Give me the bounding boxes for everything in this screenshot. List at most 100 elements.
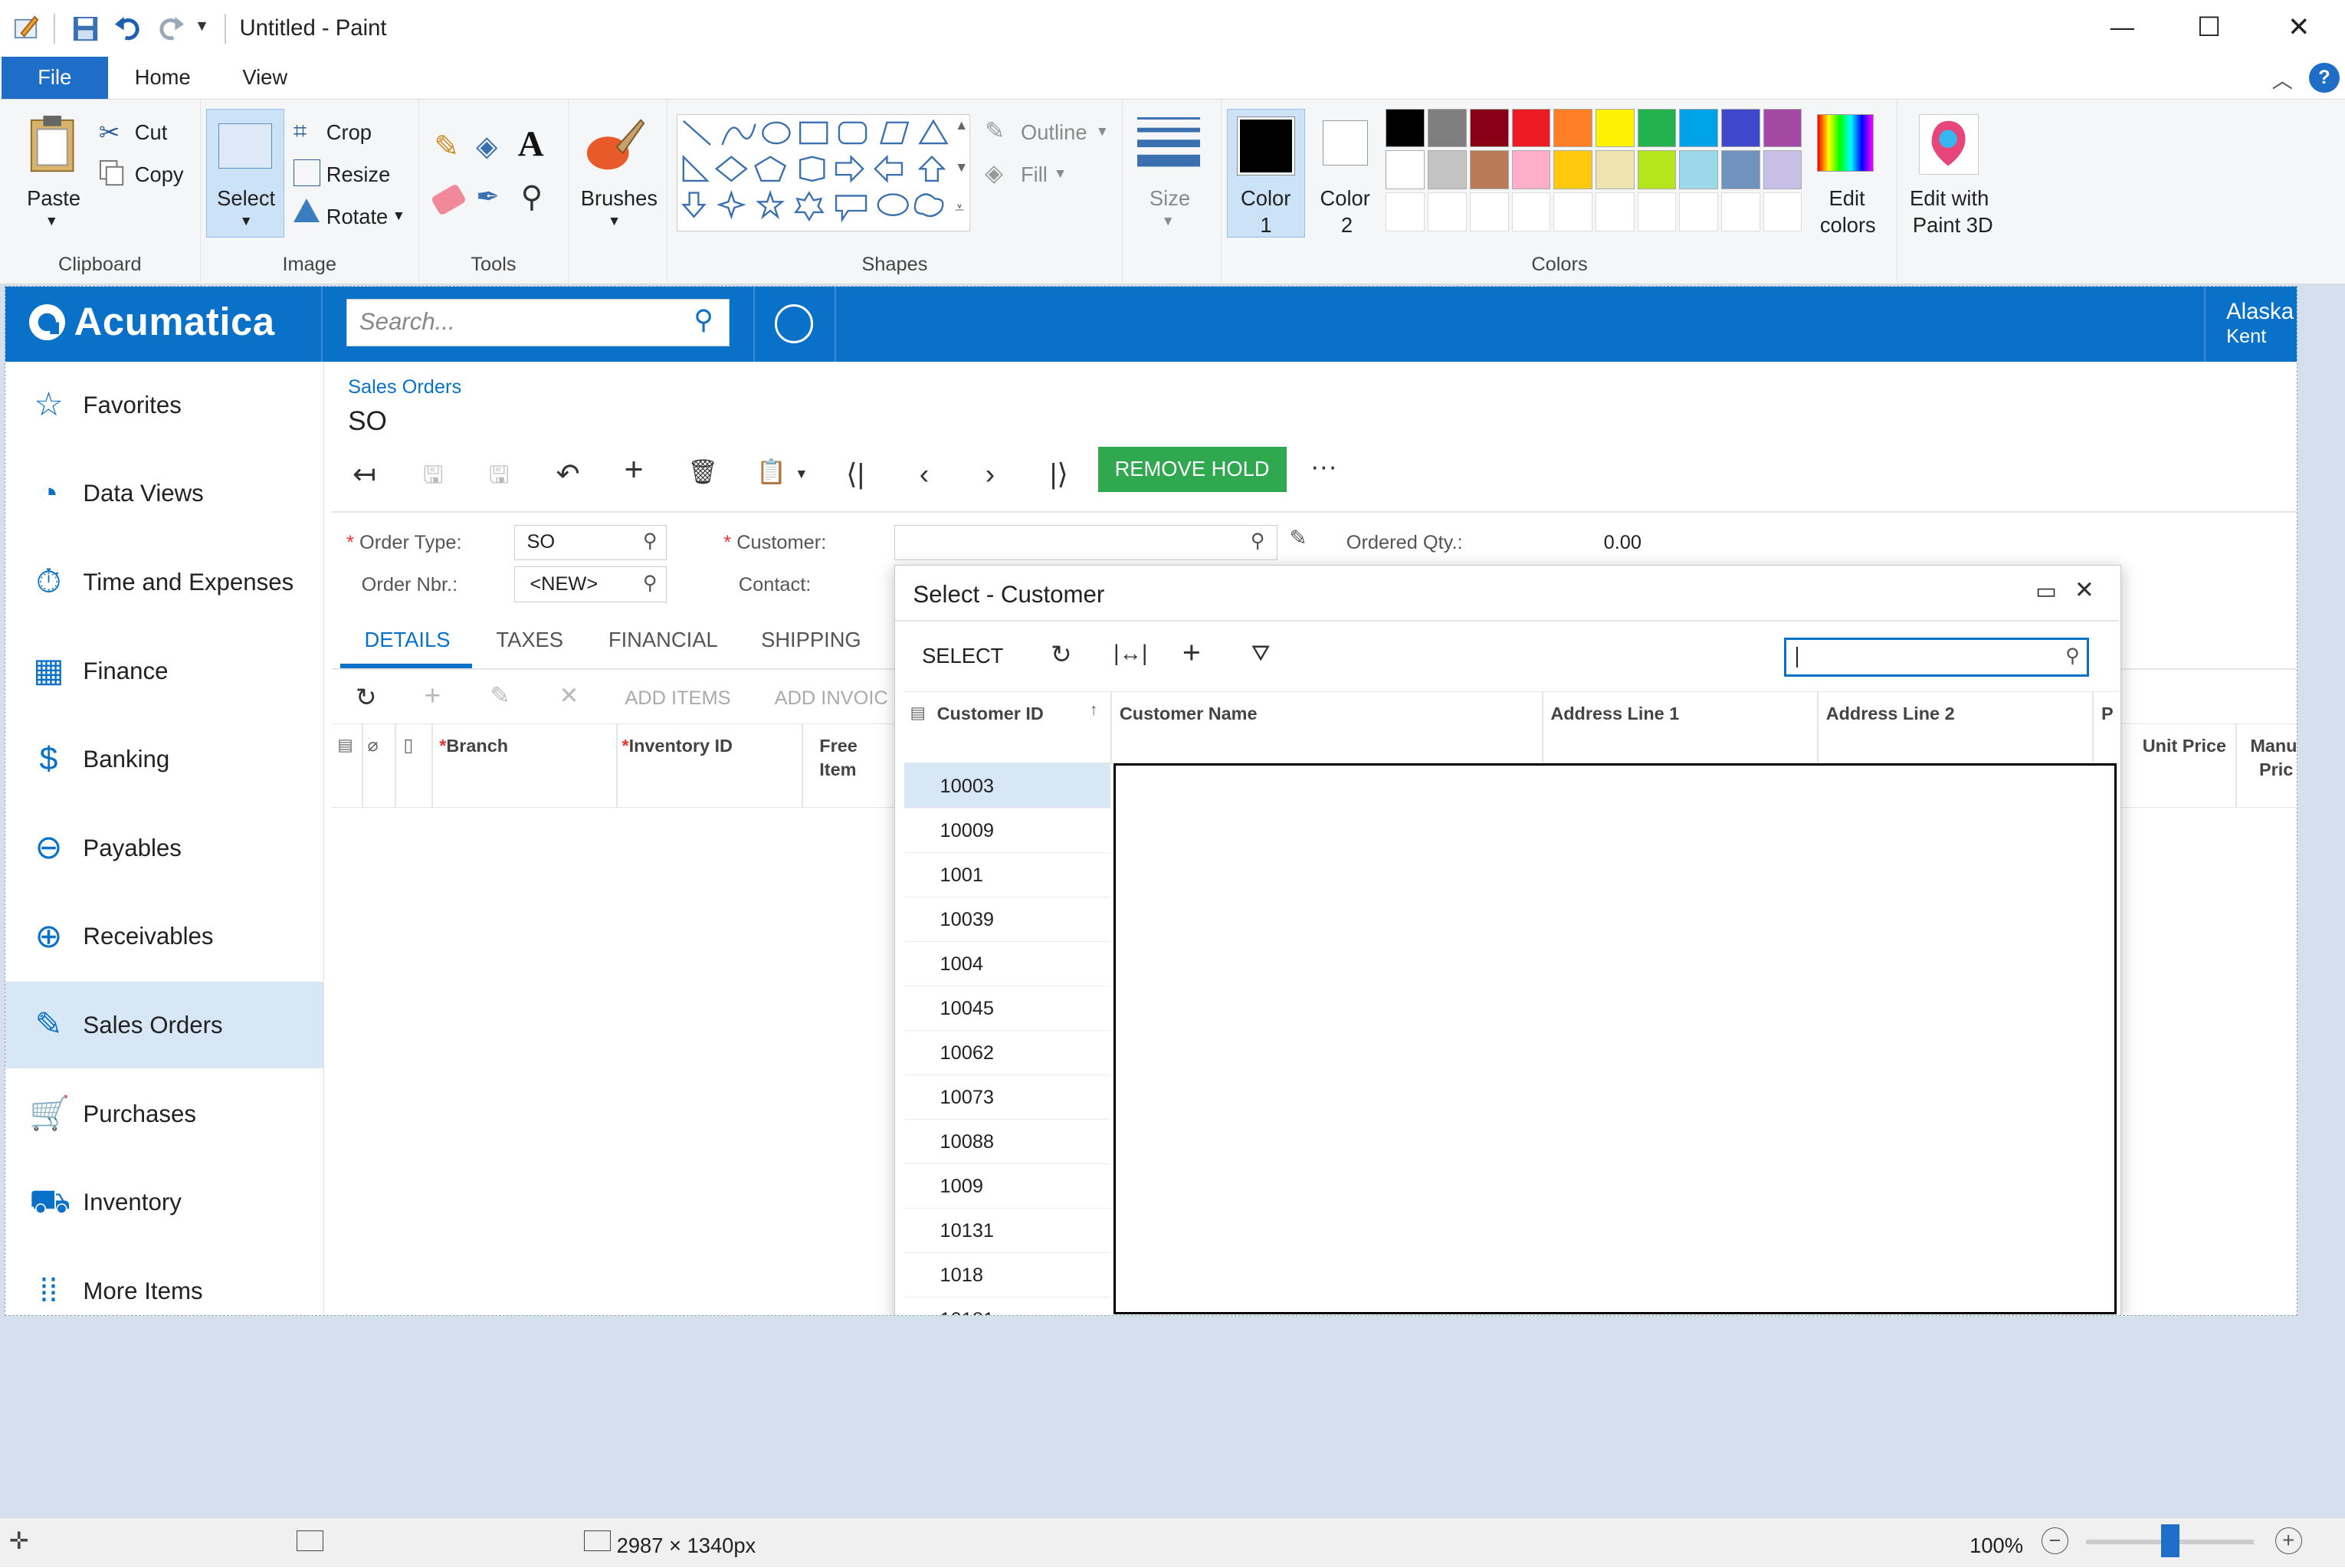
sidebar-item-inventory[interactable]: ⛟ Inventory — [5, 1159, 324, 1245]
search-input[interactable]: Search... — [346, 298, 730, 347]
pencil-icon[interactable]: ✎ — [434, 130, 459, 164]
palette-swatch[interactable] — [1553, 150, 1592, 190]
customer-row[interactable]: 1009 — [904, 1163, 1111, 1209]
palette-swatch[interactable] — [1428, 108, 1467, 148]
help-icon[interactable]: ? — [2309, 63, 2340, 93]
tab-taxes[interactable]: TAXES — [496, 628, 563, 652]
copy-button[interactable]: Copy — [135, 162, 184, 187]
maximize-icon[interactable]: ☐ — [2194, 12, 2224, 42]
grid-settings-icon[interactable]: ▤ — [910, 704, 925, 723]
paint3d-button-line2[interactable]: Paint 3D — [1913, 213, 1993, 238]
magnifier-icon[interactable]: ⚲ — [521, 180, 543, 215]
tab-details[interactable]: DETAILS — [365, 628, 451, 652]
customer-row[interactable]: 10073 — [904, 1074, 1111, 1120]
shapes-gallery[interactable] — [676, 114, 970, 231]
acumatica-logo[interactable]: Acumatica — [74, 299, 275, 344]
text-icon[interactable]: A — [518, 123, 544, 165]
copy-paste-dropdown-icon[interactable]: ▼ — [783, 466, 819, 482]
paint-app-icon[interactable] — [12, 12, 42, 42]
customer-edit-icon[interactable]: ✎ — [1290, 526, 1307, 550]
palette-swatch[interactable] — [1720, 108, 1760, 148]
branch-name[interactable]: Kent — [2226, 326, 2266, 348]
scissors-icon[interactable]: ✂ — [99, 117, 120, 148]
customer-row[interactable]: 10039 — [904, 897, 1111, 942]
palette-swatch[interactable] — [1720, 150, 1760, 190]
customer-row[interactable]: 1001 — [904, 852, 1111, 897]
brushes-button[interactable]: Brushes — [581, 186, 658, 211]
palette-swatch[interactable] — [1763, 150, 1802, 190]
previous-record-icon[interactable]: ‹ — [907, 458, 943, 490]
sidebar-item-more-items[interactable]: ⁞⁞ More Items — [5, 1248, 324, 1315]
delete-icon[interactable]: 🗑 — [685, 458, 721, 486]
paste-label[interactable]: Paste — [27, 186, 80, 211]
resize-button[interactable]: Resize — [326, 162, 391, 187]
order-type-lookup-icon[interactable]: ⚲ — [643, 529, 658, 553]
palette-swatch[interactable] — [1679, 108, 1719, 148]
customize-toolbar-icon[interactable]: ▼ — [195, 18, 209, 35]
brushes-icon[interactable] — [584, 114, 647, 174]
order-nbr-lookup-icon[interactable]: ⚲ — [643, 571, 658, 595]
custom-color-swatch[interactable] — [1469, 192, 1509, 231]
customer-row[interactable]: 1018 — [904, 1252, 1111, 1297]
close-icon[interactable]: ✕ — [2284, 12, 2314, 42]
delete-row-icon[interactable]: ✕ — [559, 682, 579, 710]
custom-color-swatch[interactable] — [1720, 192, 1760, 231]
attachment-icon[interactable]: ⌀ — [367, 734, 378, 756]
address-line2-column-header[interactable]: Address Line 2 — [1826, 704, 1955, 724]
customer-row[interactable]: 10009 — [904, 808, 1111, 853]
save-icon[interactable]: 🖫 — [481, 458, 517, 498]
customer-row[interactable]: 10131 — [904, 1208, 1111, 1253]
customer-row[interactable]: 10045 — [904, 986, 1111, 1031]
more-actions-icon[interactable]: ··· — [1310, 451, 1337, 482]
size-dropdown-icon[interactable]: ▼ — [1162, 213, 1175, 229]
sidebar-item-sales-orders[interactable]: ✎ Sales Orders — [5, 981, 324, 1069]
cut-button[interactable]: Cut — [135, 120, 168, 145]
history-icon[interactable] — [774, 304, 814, 344]
add-items-button[interactable]: ADD ITEMS — [625, 687, 730, 710]
add-invoice-button[interactable]: ADD INVOIC — [775, 687, 888, 710]
tab-home[interactable]: Home — [113, 57, 212, 99]
paste-dropdown-icon[interactable]: ▼ — [45, 213, 58, 229]
shapes-scroll-up-icon[interactable]: ▲ — [955, 117, 968, 133]
paint3d-icon[interactable] — [1918, 114, 1979, 175]
copy-icon[interactable] — [99, 159, 126, 186]
palette-swatch[interactable] — [1469, 108, 1509, 148]
minimize-icon[interactable]: — — [2107, 12, 2137, 42]
drawing-canvas[interactable]: Acumatica Search... ⚲ Alaska Kent ☆ Favor… — [4, 286, 2297, 1316]
outline-button[interactable]: Outline — [1021, 120, 1087, 145]
shapes-scroll-down-icon[interactable]: ▼ — [955, 159, 968, 175]
sidebar-item-favorites[interactable]: ☆ Favorites — [5, 362, 324, 448]
notes-icon[interactable]: ▯ — [403, 734, 413, 756]
brushes-dropdown-icon[interactable]: ▼ — [608, 213, 621, 229]
size-button[interactable]: Size — [1150, 186, 1190, 211]
acumatica-logo-icon[interactable] — [29, 304, 65, 341]
back-icon[interactable]: ↤ — [346, 458, 382, 490]
sidebar-item-purchases[interactable]: 🛒 Purchases — [5, 1071, 324, 1157]
search-icon[interactable]: ⚲ — [694, 304, 713, 336]
rotate-dropdown-icon[interactable]: ▼ — [392, 208, 405, 224]
inventory-id-column-header[interactable]: *Inventory ID — [622, 736, 732, 756]
customer-id-column-header[interactable]: Customer ID — [937, 704, 1044, 724]
outline-icon[interactable]: ✎ — [985, 117, 1005, 145]
custom-color-swatch[interactable] — [1428, 192, 1467, 231]
resize-icon[interactable] — [293, 159, 320, 187]
shapes-expand-icon[interactable]: ⩡ — [955, 198, 964, 218]
customer-row[interactable]: 10062 — [904, 1030, 1111, 1075]
palette-swatch[interactable] — [1386, 150, 1425, 190]
size-lines-icon[interactable] — [1137, 117, 1201, 168]
eraser-icon[interactable] — [431, 183, 467, 217]
company-name[interactable]: Alaska — [2226, 299, 2294, 325]
zoom-out-icon[interactable]: − — [2041, 1527, 2069, 1555]
customer-row[interactable]: 1004 — [904, 941, 1111, 986]
sidebar-item-data-views[interactable]: ◔ Data Views — [5, 450, 324, 536]
tab-file[interactable]: File — [1, 57, 108, 99]
address-line1-column-header[interactable]: Address Line 1 — [1550, 704, 1679, 724]
palette-swatch[interactable] — [1679, 150, 1719, 190]
free-item-column-header[interactable]: Free — [819, 736, 857, 756]
palette-swatch[interactable] — [1386, 108, 1425, 148]
palette-swatch[interactable] — [1763, 108, 1802, 148]
custom-color-swatch[interactable] — [1386, 192, 1425, 231]
select-button[interactable]: SELECT — [922, 644, 1003, 668]
edit-row-icon[interactable]: ✎ — [490, 682, 510, 710]
p-column-header[interactable]: P — [2101, 704, 2114, 724]
